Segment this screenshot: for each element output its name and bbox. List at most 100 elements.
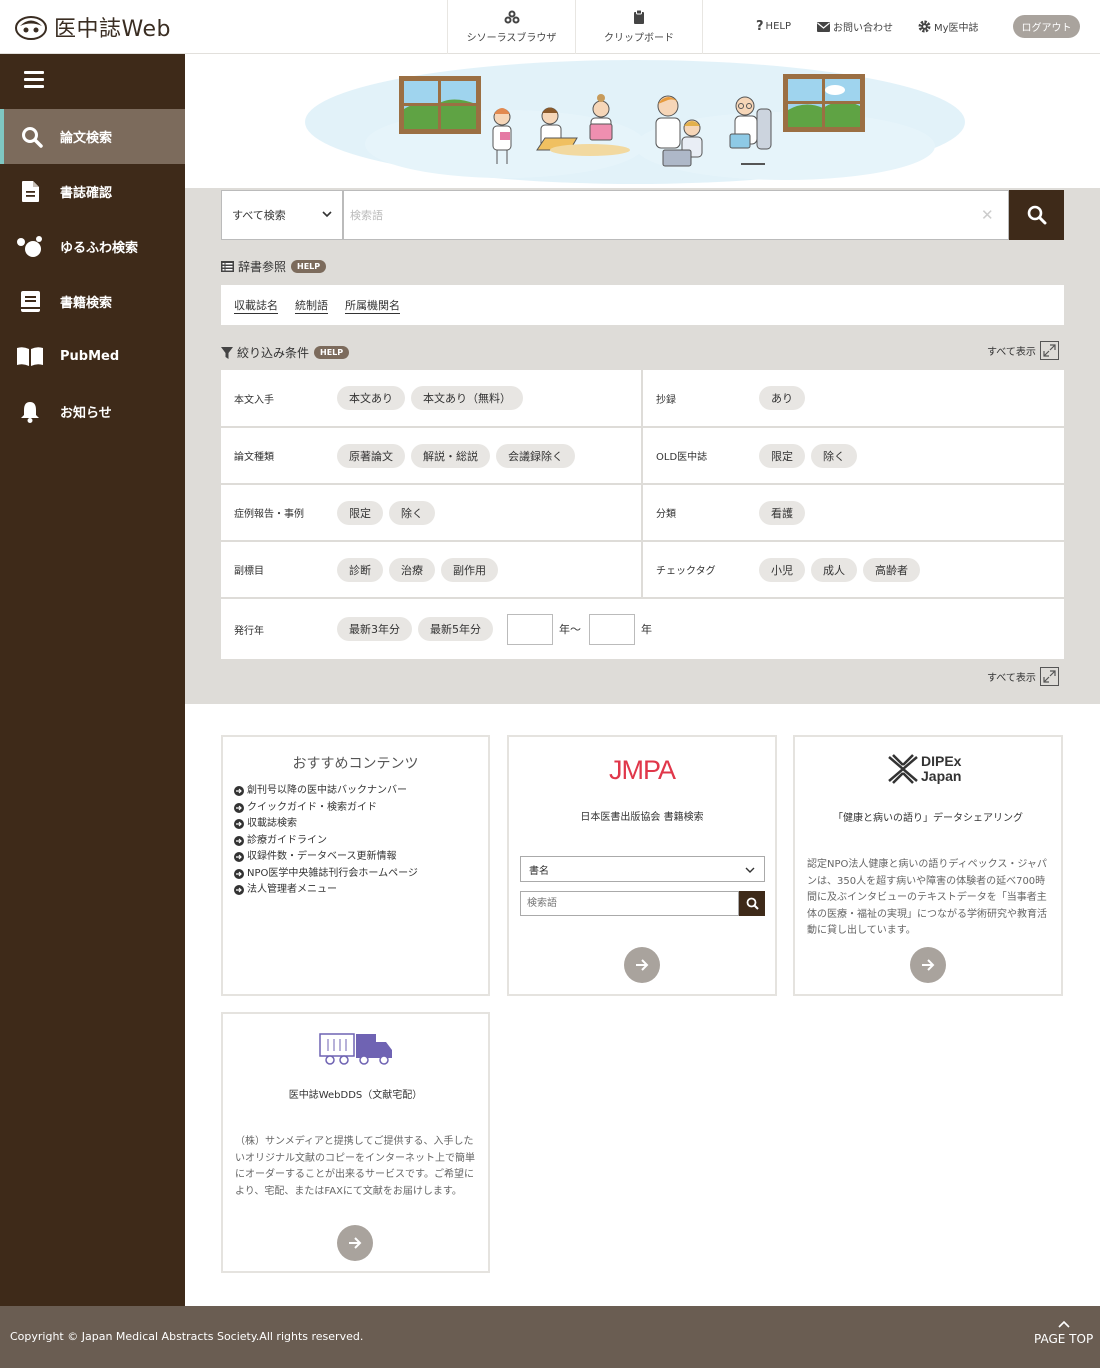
arrow-circle-icon <box>234 819 244 830</box>
list-item[interactable]: 診療ガイドライン <box>234 833 418 850</box>
contact-link[interactable]: お問い合わせ <box>817 19 893 34</box>
filter-row-year: 発行年 最新3年分 最新5年分 年〜 年 <box>221 599 1064 659</box>
list-item[interactable]: 収録件数・データベース更新情報 <box>234 849 418 866</box>
filter-chip[interactable]: 最新3年分 <box>337 617 412 641</box>
year-to-input[interactable] <box>589 613 635 645</box>
filter-chip[interactable]: 限定 <box>337 500 383 525</box>
filter-chip[interactable]: 高齢者 <box>863 557 920 582</box>
filter-label: 発行年 <box>234 625 264 637</box>
filter-chip[interactable]: 原著論文 <box>337 443 405 468</box>
filter-row: 副標目 診断 治療 副作用 チェックタグ 小児 成人 高齢者 <box>221 542 1064 597</box>
dictionary-section-title: 辞書参照 HELP <box>221 258 327 275</box>
sidebar-item-label: ゆるふわ検索 <box>60 241 139 256</box>
search-scope-select[interactable]: すべて検索 <box>221 190 343 240</box>
list-item-label: 診療ガイドライン <box>247 834 327 846</box>
filter-chip[interactable]: 診断 <box>337 557 383 582</box>
logo-text: 医中誌Web <box>54 17 171 42</box>
dipex-go-button[interactable] <box>910 947 946 983</box>
jmpa-search-button[interactable] <box>739 891 765 916</box>
clipboard-button[interactable]: クリップボード <box>575 0 703 54</box>
jmpa-search-input[interactable] <box>520 891 739 916</box>
thesaurus-label: シソーラスブラウザ <box>466 33 557 44</box>
filter-chip[interactable]: 成人 <box>811 557 857 582</box>
clear-icon[interactable]: ✕ <box>981 206 994 224</box>
filter-chip[interactable]: 限定 <box>759 443 805 468</box>
window-left-illustration <box>399 76 481 134</box>
hamburger-menu-icon[interactable] <box>24 71 44 92</box>
envelope-icon <box>817 21 830 32</box>
list-item[interactable]: 法人管理者メニュー <box>234 882 418 899</box>
sidebar-item-book-search[interactable]: 書籍検索 <box>0 274 185 329</box>
jmpa-select-value: 書名 <box>529 865 549 877</box>
help-link[interactable]: ? HELP <box>756 19 791 34</box>
window-right-illustration <box>783 74 865 132</box>
list-item[interactable]: 創刊号以降の医中誌バックナンバー <box>234 783 418 800</box>
question-icon: ? <box>756 19 764 34</box>
filter-chip[interactable]: 看護 <box>759 500 805 525</box>
show-all-label: すべて表示 <box>987 673 1036 684</box>
list-item-label: 収録件数・データベース更新情報 <box>247 851 397 862</box>
clipboard-label: クリップボード <box>604 33 674 44</box>
search-scope-value: すべて検索 <box>232 209 286 222</box>
my-ichushi-label: My医中誌 <box>934 23 979 34</box>
filter-chip[interactable]: 本文あり（無料） <box>411 386 523 410</box>
filter-chip[interactable]: 最新5年分 <box>418 617 493 641</box>
dictionary-help-badge[interactable]: HELP <box>291 260 327 273</box>
filters-section-title: 絞り込み条件 HELP <box>221 344 350 361</box>
year-from-input[interactable] <box>507 613 553 645</box>
filter-chip[interactable]: 小児 <box>759 557 805 582</box>
sidebar-item-article-search[interactable]: 論文検索 <box>0 109 185 164</box>
dictionary-link-journal[interactable]: 収載誌名 <box>234 297 278 314</box>
sidebar-item-pubmed[interactable]: PubMed <box>0 329 185 384</box>
list-item[interactable]: クイックガイド・検索ガイド <box>234 800 418 817</box>
show-all-link-bottom[interactable]: すべて表示 <box>987 667 1059 686</box>
dipex-logo[interactable]: DIPEx Japan <box>887 753 961 785</box>
filter-chip[interactable]: あり <box>759 386 805 410</box>
logout-button[interactable]: ログアウト <box>1013 15 1080 38</box>
page-top-button[interactable]: PAGE TOP <box>1034 1320 1093 1346</box>
bubbles-icon <box>0 235 60 258</box>
sidebar-item-label: 書籍検索 <box>60 296 113 311</box>
filter-chip[interactable]: 治療 <box>389 557 435 582</box>
filter-chip[interactable]: 除く <box>811 443 857 468</box>
filter-chip[interactable]: 除く <box>389 500 435 525</box>
sidebar-item-bibliography-check[interactable]: 書誌確認 <box>0 164 185 219</box>
filter-label: チェックタグ <box>656 566 716 577</box>
dds-go-button[interactable] <box>337 1225 373 1261</box>
filter-chip[interactable]: 本文あり <box>337 386 405 410</box>
filters-help-badge[interactable]: HELP <box>314 346 350 359</box>
thesaurus-browser-button[interactable]: シソーラスブラウザ <box>447 0 575 54</box>
jmpa-go-button[interactable] <box>624 947 660 983</box>
dictionary-link-controlled-term[interactable]: 統制語 <box>295 297 328 314</box>
filter-chip[interactable]: 副作用 <box>441 557 498 582</box>
jmpa-field-select[interactable]: 書名 <box>520 856 765 882</box>
list-item[interactable]: 収載誌検索 <box>234 816 418 833</box>
list-item[interactable]: NPO医学中央雑誌刊行会ホームページ <box>234 866 418 883</box>
arrow-right-icon <box>349 1237 362 1249</box>
sidebar-item-yurufuwa-search[interactable]: ゆるふわ検索 <box>0 219 185 274</box>
sidebar: 論文検索 書誌確認 ゆるふわ検索 書籍検索 PubMed お知らせ <box>0 54 185 1306</box>
column-divider <box>641 370 643 426</box>
card-title: おすすめコンテンツ <box>292 756 419 772</box>
dds-description: （株）サンメディアと提携してご提供する、入手したいオリジナル文献のコピーをインタ… <box>235 1136 475 1197</box>
filter-chip[interactable]: 会議録除く <box>496 443 575 468</box>
list-item-label: NPO医学中央雑誌刊行会ホームページ <box>247 867 418 879</box>
jmpa-logo-text: JMPA <box>608 755 676 785</box>
arrow-circle-icon <box>234 835 244 846</box>
list-item-label: クイックガイド・検索ガイド <box>247 801 377 813</box>
filter-chip[interactable]: 解説・総説 <box>411 443 490 468</box>
search-button[interactable] <box>1009 190 1064 240</box>
dictionary-link-affiliation[interactable]: 所属機関名 <box>345 297 400 314</box>
page-top-label: PAGE TOP <box>1034 1332 1094 1346</box>
sidebar-item-notices[interactable]: お知らせ <box>0 384 185 439</box>
jmpa-logo[interactable]: JMPA <box>509 755 775 786</box>
show-all-link-top[interactable]: すべて表示 <box>987 341 1059 360</box>
search-input[interactable] <box>343 190 1009 240</box>
arrow-circle-icon <box>234 786 244 797</box>
site-logo[interactable]: 医中誌Web <box>14 12 171 42</box>
my-ichushi-link[interactable]: My医中誌 <box>918 19 979 34</box>
search-bar: すべて検索 ✕ <box>221 190 1064 240</box>
hero-illustration <box>185 54 1100 188</box>
sidebar-item-label: PubMed <box>60 349 120 364</box>
dds-subtitle: 医中誌WebDDS（文献宅配） <box>288 1090 423 1101</box>
